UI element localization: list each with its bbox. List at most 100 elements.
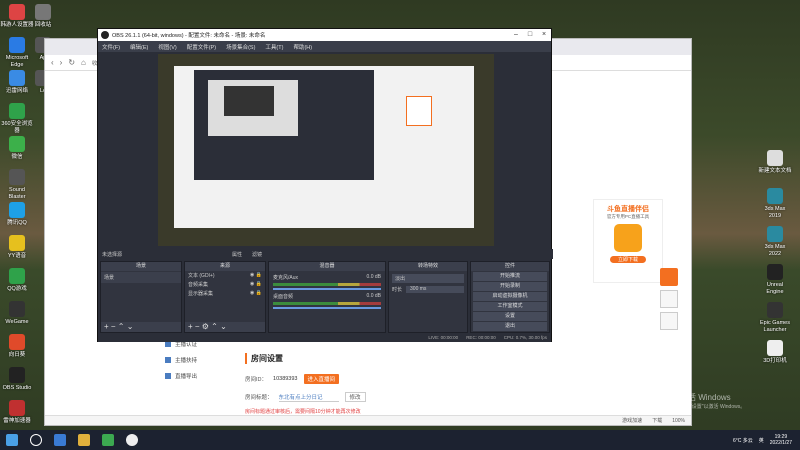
obs-statusbar: LIVE: 00:00:00 REC: 00:00:00 CPU: 0.7%, … bbox=[98, 333, 551, 342]
control-button[interactable]: 启动虚拟摄像机 bbox=[473, 292, 547, 301]
control-button[interactable]: 开始推流 bbox=[473, 272, 547, 281]
properties-button[interactable]: 属性 bbox=[232, 251, 242, 258]
control-button[interactable]: 设置 bbox=[473, 312, 547, 321]
sidebar-item[interactable]: 主播扶持 bbox=[165, 352, 225, 368]
obs-menu-item[interactable]: 视图(V) bbox=[158, 43, 176, 51]
promo-download-button[interactable]: 立即下载 bbox=[610, 256, 646, 263]
home-icon[interactable]: ⌂ bbox=[81, 58, 86, 67]
obs-menu-item[interactable]: 文件(F) bbox=[102, 43, 120, 51]
volume-slider[interactable] bbox=[273, 288, 381, 290]
desktop-icon[interactable]: WeGame bbox=[0, 301, 34, 326]
search-icon[interactable] bbox=[30, 434, 42, 446]
desktop-icon[interactable]: 新建文本文档 bbox=[758, 150, 792, 175]
edge-icon[interactable] bbox=[54, 434, 66, 446]
edit-title-button[interactable]: 修改 bbox=[344, 392, 366, 402]
game-accel-label[interactable]: 游戏加速 bbox=[622, 417, 642, 424]
download-label[interactable]: 下载 bbox=[652, 417, 662, 424]
source-label: 显示器采集 bbox=[188, 291, 214, 297]
promo-panel[interactable]: 斗鱼直播伴侣 官方专用PC直播工具 立即下载 bbox=[593, 199, 663, 283]
source-item[interactable]: 显示器采集 ◉ 🔒 bbox=[185, 289, 265, 298]
volume-slider[interactable] bbox=[273, 307, 381, 309]
sources-dock-title: 来源 bbox=[185, 262, 265, 271]
scenes-dock-title: 场景 bbox=[101, 262, 181, 271]
desktop-icon[interactable]: YY语音 bbox=[0, 235, 34, 260]
control-button[interactable]: 开始录制 bbox=[473, 282, 547, 291]
desktop-icon[interactable]: 微信 bbox=[0, 136, 34, 161]
desktop-icon[interactable]: QQ游戏 bbox=[0, 268, 34, 293]
enter-room-button[interactable]: 进入直播间 bbox=[303, 374, 340, 384]
desktop-icon-label: 雷神加速器 bbox=[3, 418, 31, 424]
rec-timer: REC: 00:00:00 bbox=[466, 335, 496, 340]
obs-menu-item[interactable]: 编辑(E) bbox=[130, 43, 148, 51]
back-icon[interactable]: ‹ bbox=[51, 58, 54, 67]
filters-button[interactable]: 滤镜 bbox=[252, 251, 262, 258]
clock[interactable]: 19:29 2022/1/27 bbox=[770, 434, 792, 446]
visibility-icon[interactable]: ◉ 🔒 bbox=[250, 272, 262, 279]
desktop-icon-label: OBS Studio bbox=[2, 385, 32, 391]
visibility-icon[interactable]: ◉ 🔒 bbox=[250, 290, 262, 297]
zoom-level[interactable]: 100% bbox=[672, 418, 685, 424]
obs-taskbar-icon[interactable] bbox=[126, 434, 138, 446]
control-button[interactable]: 退出 bbox=[473, 322, 547, 331]
app-icon bbox=[9, 400, 25, 416]
transitions-dock-title: 转场特效 bbox=[389, 262, 467, 271]
maximize-icon[interactable]: □ bbox=[523, 29, 537, 41]
clock-date: 2022/1/27 bbox=[769, 440, 792, 446]
channel-name: 麦克风/Aux bbox=[273, 275, 299, 281]
sources-dock: 来源 文本 (GDI+) ◉ 🔒 音频采集 ◉ 🔒 显示器采集 ◉ 🔒 + − ⚙ ⌃ ⌄ bbox=[184, 261, 266, 333]
desktop-icon[interactable]: 3D打印机 bbox=[758, 340, 792, 365]
explorer-icon[interactable] bbox=[78, 434, 90, 446]
desktop-icon[interactable]: Unreal Engine bbox=[758, 264, 792, 296]
room-title-value[interactable]: 东北有点上分日记 bbox=[278, 393, 339, 402]
reload-icon[interactable]: ↻ bbox=[68, 58, 75, 67]
desktop-icon[interactable]: 360安全浏览器 bbox=[0, 103, 34, 135]
room-settings-heading: 房间设置 bbox=[245, 353, 545, 364]
share-float-icon[interactable] bbox=[660, 312, 678, 330]
sidebar-item[interactable]: 直播导出 bbox=[165, 368, 225, 384]
controls-dock: 控件 开始推流 开始录制 启动虚拟摄像机 工作室模式 设置 退出 bbox=[470, 261, 550, 333]
sources-toolbar[interactable]: + − ⚙ ⌃ ⌄ bbox=[185, 322, 265, 332]
weather-label[interactable]: 6°C 多云 bbox=[733, 437, 753, 444]
desktop-icon[interactable]: 向日葵 bbox=[0, 334, 34, 359]
scene-item[interactable]: 场景 bbox=[101, 272, 181, 283]
app-icon bbox=[9, 367, 25, 383]
input-lang[interactable]: 英 bbox=[759, 437, 764, 444]
obs-menu-item[interactable]: 配置文件(P) bbox=[187, 43, 216, 51]
home-float-icon[interactable] bbox=[660, 290, 678, 308]
desktop-icon[interactable]: Sound Blaster bbox=[0, 169, 34, 201]
close-icon[interactable]: × bbox=[537, 29, 551, 41]
chrome-icon[interactable] bbox=[102, 434, 114, 446]
desktop-icon-label: 微信 bbox=[11, 154, 23, 160]
transition-select[interactable]: 淡出 bbox=[392, 274, 464, 283]
duration-input[interactable]: 300 ms bbox=[406, 286, 464, 293]
desktop-icon-label: Epic Games Launcher bbox=[760, 320, 790, 333]
scenes-toolbar[interactable]: + − ⌃ ⌄ bbox=[101, 322, 181, 332]
play-icon[interactable] bbox=[660, 268, 678, 286]
visibility-icon[interactable]: ◉ 🔒 bbox=[250, 281, 262, 288]
obs-menu-item[interactable]: 工具(T) bbox=[265, 43, 283, 51]
desktop-icon[interactable]: 3ds Max 2019 bbox=[758, 188, 792, 220]
source-item[interactable]: 音频采集 ◉ 🔒 bbox=[185, 280, 265, 289]
desktop-icon[interactable]: 3ds Max 2022 bbox=[758, 226, 792, 258]
desktop-icon[interactable]: OBS Studio bbox=[0, 367, 34, 392]
forward-icon[interactable]: › bbox=[60, 58, 63, 67]
source-item[interactable]: 文本 (GDI+) ◉ 🔒 bbox=[185, 271, 265, 280]
obs-preview[interactable] bbox=[158, 54, 494, 246]
app-icon bbox=[9, 202, 25, 218]
channel-name: 桌面音频 bbox=[273, 294, 294, 300]
minimize-icon[interactable]: – bbox=[509, 29, 523, 41]
obs-menu-item[interactable]: 场景集合(S) bbox=[226, 43, 255, 51]
desktop-icon[interactable]: Epic Games Launcher bbox=[758, 302, 792, 334]
mixer-dock-title: 混音器 bbox=[269, 262, 385, 271]
mixer-channel: 桌面音频 0.0 dB bbox=[269, 293, 385, 309]
desktop-icon[interactable]: 雷神加速器 bbox=[0, 400, 34, 425]
obs-menu-item[interactable]: 帮助(H) bbox=[293, 43, 312, 51]
app-icon bbox=[9, 235, 25, 251]
desktop-icon[interactable]: 回收站 bbox=[26, 4, 60, 29]
room-id-value: 10389393 bbox=[273, 376, 298, 382]
start-icon[interactable] bbox=[6, 434, 18, 446]
desktop-icon-label: 新建文本文档 bbox=[758, 168, 792, 174]
desktop-icon[interactable]: 腾讯QQ bbox=[0, 202, 34, 227]
transitions-dock: 转场特效 淡出 时长 300 ms bbox=[388, 261, 468, 333]
control-button[interactable]: 工作室模式 bbox=[473, 302, 547, 311]
